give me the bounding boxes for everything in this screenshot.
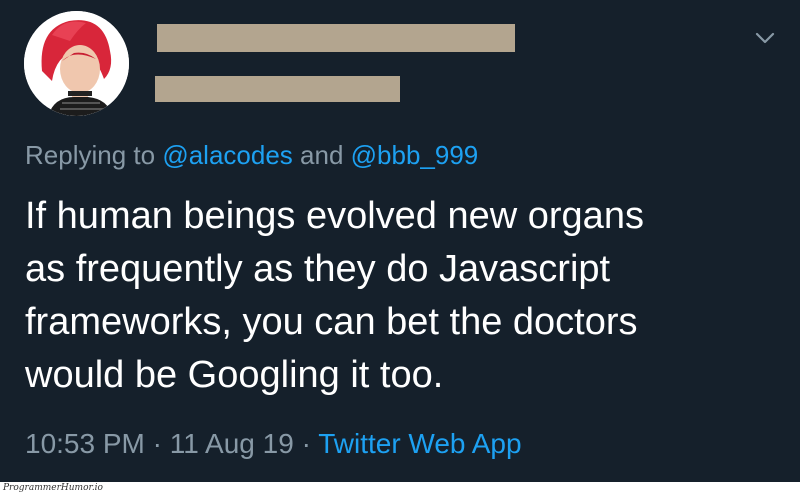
tweet-time[interactable]: 10:53 PM [25,428,145,459]
tweet-metadata: 10:53 PM · 11 Aug 19 · Twitter Web App [25,428,522,460]
redacted-handle [155,76,400,102]
redacted-display-name [157,24,515,52]
mention-link-1[interactable]: @alacodes [162,140,292,170]
watermark-bar: ProgrammerHumor.io [0,482,800,494]
tweet-source-link[interactable]: Twitter Web App [318,428,521,459]
avatar[interactable] [24,11,129,116]
reply-joiner: and [292,140,351,170]
tweet-text: If human beings evolved new organs as fr… [25,190,785,402]
avatar-image [24,11,129,116]
tweet-card: Replying to @alacodes and @bbb_999 If hu… [0,0,800,494]
tweet-date[interactable]: 11 Aug 19 [170,428,294,459]
tweet-text-line: frameworks, you can bet the doctors [25,301,638,343]
mention-link-2[interactable]: @bbb_999 [351,140,479,170]
watermark-text: ProgrammerHumor.io [3,483,103,493]
tweet-text-line: would be Googling it too. [25,354,444,396]
replying-to-line: Replying to @alacodes and @bbb_999 [25,140,478,171]
chevron-down-icon[interactable] [752,28,778,48]
tweet-text-line: If human beings evolved new organs [25,195,644,237]
replying-prefix: Replying to [25,140,163,170]
meta-separator: · [144,428,170,459]
meta-separator: · [293,428,319,459]
tweet-text-line: as frequently as they do Javascript [25,248,611,290]
